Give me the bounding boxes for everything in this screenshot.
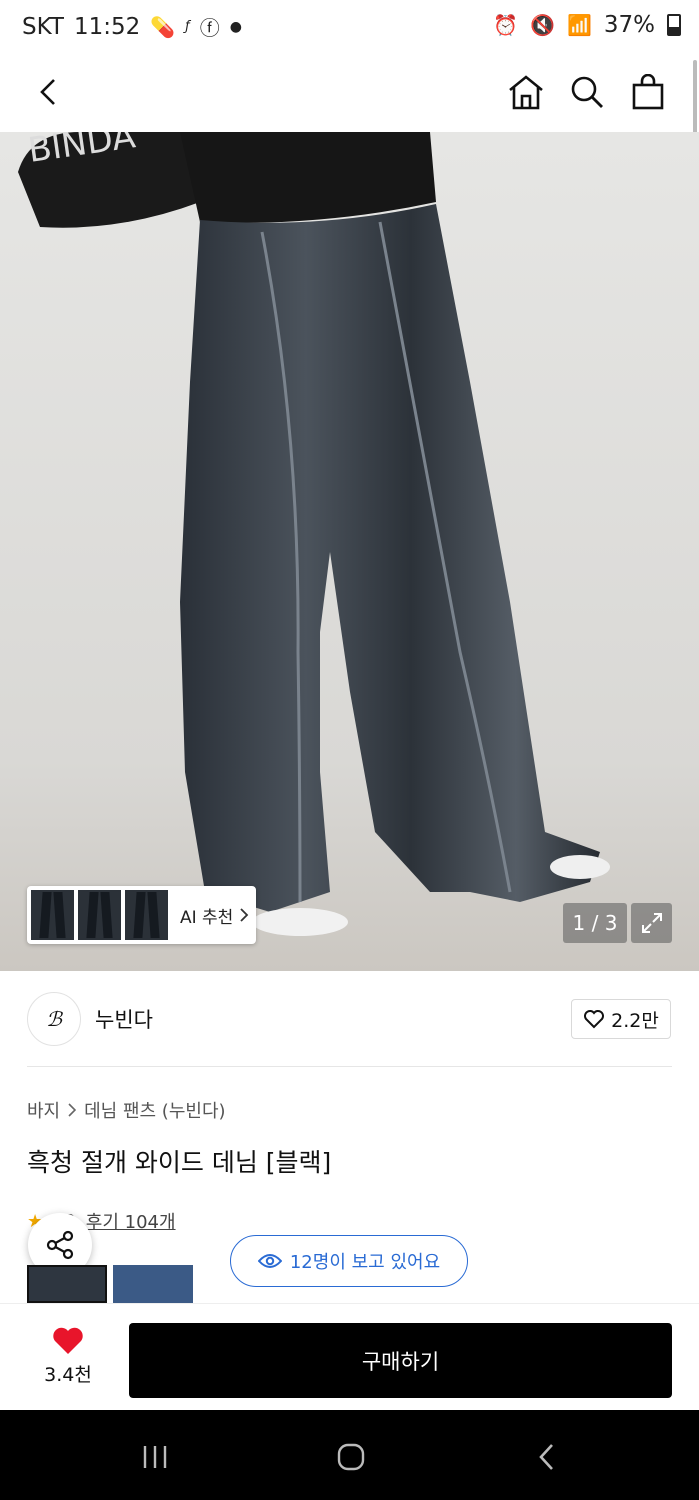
- wishlist-count: 3.4천: [44, 1364, 92, 1386]
- clock: 11:52: [73, 13, 141, 40]
- mute-icon: 🔇: [530, 13, 555, 37]
- product-image-carousel[interactable]: BINDA: [0, 132, 699, 971]
- chevron-left-icon: [40, 79, 55, 105]
- alarm-icon: ⏰: [493, 13, 519, 37]
- ai-recommend-thumb-2[interactable]: [78, 890, 121, 940]
- status-left: SKT 11:52 💊 ƒ ⓕ ●: [22, 12, 242, 41]
- home-circle-icon: [337, 1443, 365, 1471]
- facebook-icon: ⓕ: [199, 16, 220, 40]
- pill-icon: 💊: [150, 14, 176, 39]
- cart-button[interactable]: [624, 68, 672, 116]
- carrier-label: SKT: [22, 13, 64, 40]
- ai-recommend-button[interactable]: AI 추천: [180, 903, 249, 928]
- search-icon: [571, 76, 603, 108]
- review-photo-thumb-1[interactable]: [27, 1265, 107, 1303]
- viewers-badge: 12명이 보고 있어요: [230, 1235, 468, 1287]
- status-right: ⏰ 🔇 📶 37%: [493, 12, 681, 38]
- brand-like-count: 2.2만: [611, 1009, 659, 1032]
- breadcrumb: 바지 데님 팬츠 (누빈다): [27, 1097, 226, 1123]
- viewers-label: 12명이 보고 있어요: [289, 1252, 441, 1273]
- heart-outline-icon: [584, 1010, 605, 1029]
- breadcrumb-category[interactable]: 바지: [27, 1097, 60, 1123]
- recent-apps-button[interactable]: [130, 1437, 180, 1477]
- back-button[interactable]: [24, 68, 72, 116]
- chevron-right-icon: [68, 1103, 77, 1117]
- wifi-icon: 📶: [566, 13, 592, 37]
- app-notification-icon: ƒ: [185, 19, 190, 34]
- home-icon: [509, 75, 543, 110]
- battery-label: 37%: [603, 12, 655, 38]
- fullscreen-button[interactable]: [631, 903, 672, 943]
- breadcrumb-subcategory[interactable]: 데님 팬츠 (누빈다): [84, 1097, 225, 1123]
- brand-name[interactable]: 누빈다: [95, 1004, 153, 1034]
- ai-recommend-strip[interactable]: AI 추천: [27, 886, 256, 944]
- image-counter: 1 / 3: [563, 903, 627, 943]
- wishlist-button[interactable]: 3.4천: [30, 1326, 106, 1390]
- expand-icon: [641, 913, 662, 933]
- system-nav-bar: [0, 1410, 699, 1500]
- eye-icon: [257, 1254, 282, 1268]
- brand-logo-mark: ℬ: [46, 1007, 62, 1031]
- ai-recommend-thumb-3[interactable]: [125, 890, 168, 940]
- home-nav-button[interactable]: [326, 1437, 376, 1477]
- review-link[interactable]: 후기 104개: [86, 1208, 176, 1234]
- brand-logo[interactable]: ℬ: [27, 992, 81, 1046]
- share-icon: [46, 1230, 74, 1260]
- product-photo: BINDA: [0, 132, 699, 971]
- search-button[interactable]: [563, 68, 611, 116]
- brand-like-button[interactable]: 2.2만: [571, 999, 671, 1039]
- divider: [27, 1066, 672, 1067]
- chevron-right-icon: [240, 908, 249, 922]
- top-app-bar: [0, 56, 699, 132]
- ai-recommend-label: AI 추천: [180, 907, 234, 928]
- more-notifications-dot-icon: ●: [229, 18, 242, 35]
- back-arrow-icon: [539, 1444, 553, 1470]
- battery-icon: [667, 14, 681, 36]
- heart-filled-icon: [53, 1327, 83, 1354]
- recent-apps-icon: [143, 1446, 167, 1468]
- product-title: 흑청 절개 와이드 데님 [블랙]: [27, 1148, 332, 1177]
- shopping-bag-icon: [632, 74, 664, 110]
- buy-button[interactable]: 구매하기: [129, 1323, 672, 1398]
- review-photo-thumb-2[interactable]: [113, 1265, 193, 1303]
- home-button[interactable]: [502, 68, 550, 116]
- ai-recommend-thumb-1[interactable]: [31, 890, 74, 940]
- back-nav-button[interactable]: [522, 1437, 572, 1477]
- status-bar: SKT 11:52 💊 ƒ ⓕ ● ⏰ 🔇 📶 37%: [0, 0, 699, 56]
